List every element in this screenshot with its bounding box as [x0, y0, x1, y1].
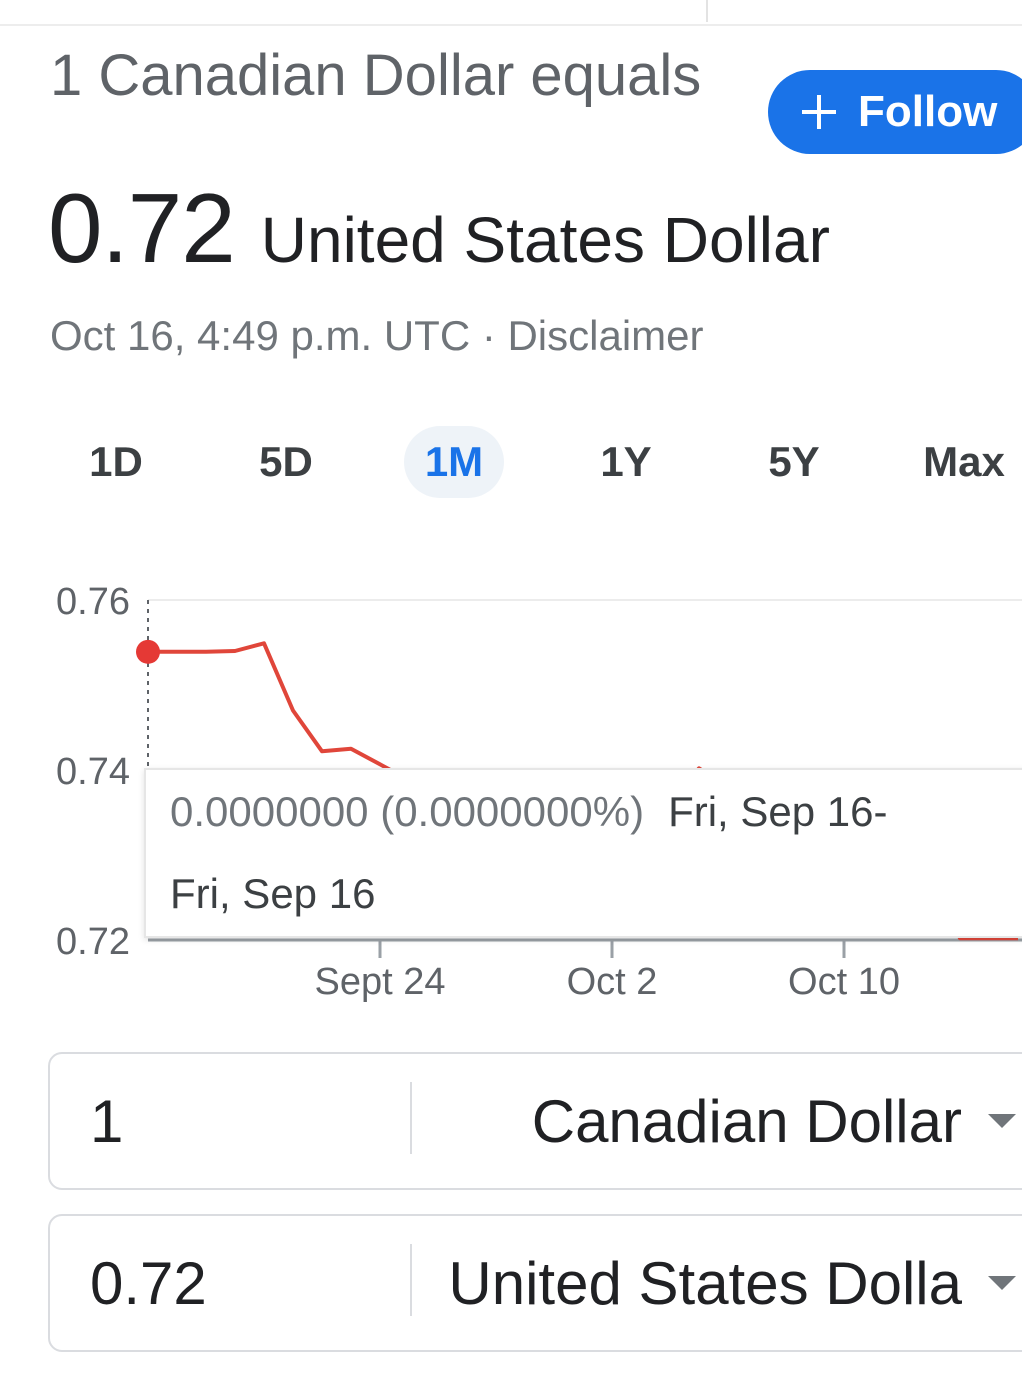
tab-5y[interactable]: 5Y [744, 426, 844, 498]
tab-1d[interactable]: 1D [66, 426, 166, 498]
follow-button[interactable]: Follow [768, 70, 1022, 154]
y-tick-label: 0.72 [56, 921, 130, 963]
rate-currency: United States Dollar [260, 204, 830, 276]
conversion-heading: 1 Canadian Dollar equals [50, 43, 702, 108]
caret-down-icon [988, 1276, 1016, 1290]
from-currency-select[interactable]: Canadian Dollar [424, 1054, 1022, 1188]
y-tick-label: 0.76 [56, 581, 130, 623]
chart-tooltip: 0.0000000 (0.0000000%) Fri, Sep 16- Fri, … [144, 768, 1022, 938]
tab-5d[interactable]: 5D [236, 426, 336, 498]
field-divider [410, 1244, 412, 1316]
timestamp: Oct 16, 4:49 p.m. UTC · [50, 312, 508, 359]
tab-max[interactable]: Max [906, 426, 1022, 498]
converter-from: Canadian Dollar [48, 1052, 1022, 1190]
x-tick-label: Oct 10 [788, 961, 900, 1003]
to-amount-input[interactable] [90, 1236, 390, 1330]
from-currency-label: Canadian Dollar [531, 1087, 962, 1155]
to-currency-select[interactable]: United States Dolla [424, 1216, 1022, 1350]
selected-point-marker [136, 639, 160, 664]
y-tick-label: 0.74 [56, 751, 130, 793]
tooltip-line-1: 0.0000000 (0.0000000%) Fri, Sep 16- [170, 788, 887, 836]
tab-1m[interactable]: 1M [404, 426, 504, 498]
top-bar [0, 0, 1022, 26]
follow-label: Follow [858, 87, 998, 136]
from-amount-input[interactable] [90, 1074, 390, 1168]
x-tick-label: Sept 24 [315, 961, 446, 1003]
top-bar-divider [706, 0, 708, 22]
plus-icon [802, 95, 836, 129]
tooltip-range-start: Fri, Sep 16- [668, 788, 888, 835]
rate-value: 0.72 [48, 173, 236, 283]
tooltip-range-end: Fri, Sep 16 [170, 870, 376, 917]
disclaimer-link[interactable]: Disclaimer [507, 312, 703, 359]
timestamp-line: Oct 16, 4:49 p.m. UTC · Disclaimer [50, 312, 703, 360]
tooltip-change: 0.0000000 (0.0000000%) [170, 788, 645, 835]
field-divider [410, 1082, 412, 1154]
tab-1y[interactable]: 1Y [576, 426, 676, 498]
x-tick-label: Oct 2 [567, 961, 658, 1003]
rate-row: 0.72 United States Dollar [48, 176, 1008, 280]
converter-to: United States Dolla [48, 1214, 1022, 1352]
caret-down-icon [988, 1114, 1016, 1128]
to-currency-label: United States Dolla [448, 1249, 962, 1317]
